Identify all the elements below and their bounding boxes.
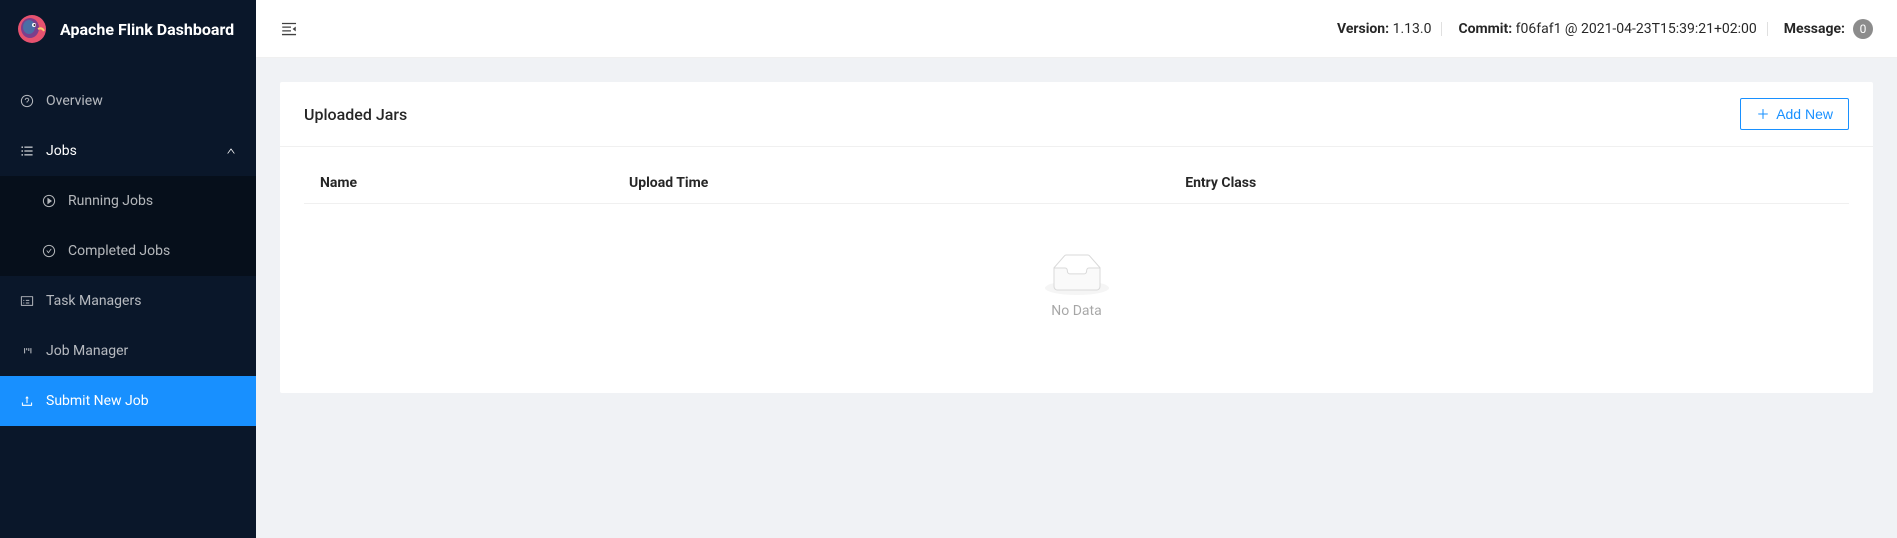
- play-circle-icon: [42, 194, 58, 208]
- bars-icon: [20, 144, 36, 158]
- main-content: Uploaded Jars Add New Name Upload Time E…: [256, 0, 1897, 417]
- commit-label: Commit:: [1458, 21, 1512, 37]
- sidebar: Apache Flink Dashboard Overview Jobs Run…: [0, 0, 256, 538]
- empty-text: No Data: [304, 303, 1849, 319]
- dashboard-icon: [20, 94, 36, 108]
- upload-icon: [20, 394, 36, 408]
- sidebar-item-label: Job Manager: [46, 343, 128, 359]
- message-label: Message:: [1784, 21, 1845, 37]
- schedule-icon: [20, 294, 36, 308]
- header-info: Version: 1.13.0 Commit: f06faf1 @ 2021-0…: [1331, 19, 1873, 39]
- version-value: 1.13.0: [1393, 21, 1432, 37]
- app-title: Apache Flink Dashboard: [60, 20, 234, 39]
- sidebar-item-label: Overview: [46, 93, 103, 109]
- inbox-icon: [304, 254, 1849, 295]
- check-circle-icon: [42, 244, 58, 258]
- add-new-button[interactable]: Add New: [1740, 98, 1849, 130]
- sidebar-item-label: Jobs: [46, 143, 77, 159]
- sidebar-item-label: Submit New Job: [46, 393, 149, 409]
- sidebar-item-job-manager[interactable]: Job Manager: [0, 326, 256, 376]
- empty-state: No Data: [304, 204, 1849, 369]
- add-new-label: Add New: [1776, 106, 1833, 122]
- sidebar-item-overview[interactable]: Overview: [0, 76, 256, 126]
- sidebar-header: Apache Flink Dashboard: [0, 0, 256, 58]
- card-title: Uploaded Jars: [304, 105, 407, 124]
- column-header-entry-class: Entry Class: [1169, 163, 1849, 204]
- sidebar-item-submit-new-job[interactable]: Submit New Job: [0, 376, 256, 426]
- sidebar-item-label: Task Managers: [46, 293, 141, 309]
- sidebar-item-completed-jobs[interactable]: Completed Jobs: [0, 226, 256, 276]
- build-icon: [20, 344, 36, 358]
- column-header-upload-time: Upload Time: [613, 163, 1169, 204]
- jars-table: Name Upload Time Entry Class: [304, 163, 1849, 369]
- sidebar-item-label: Completed Jobs: [68, 243, 170, 259]
- jars-table-wrapper: Name Upload Time Entry Class: [280, 147, 1873, 393]
- card-header: Uploaded Jars Add New: [280, 82, 1873, 147]
- sidebar-menu: Overview Jobs Running Jobs Completed Job…: [0, 76, 256, 426]
- divider: [1441, 22, 1442, 36]
- sidebar-item-label: Running Jobs: [68, 193, 153, 209]
- message-count-badge[interactable]: 0: [1853, 19, 1873, 39]
- commit-value: f06faf1 @ 2021-04-23T15:39:21+02:00: [1516, 21, 1757, 37]
- column-header-name: Name: [304, 163, 613, 204]
- header: Version: 1.13.0 Commit: f06faf1 @ 2021-0…: [256, 0, 1897, 58]
- plus-icon: [1756, 107, 1770, 121]
- sidebar-item-running-jobs[interactable]: Running Jobs: [0, 176, 256, 226]
- collapse-sidebar-button[interactable]: [280, 20, 298, 38]
- divider: [1767, 22, 1768, 36]
- chevron-up-icon: [226, 146, 236, 156]
- version-label: Version:: [1337, 21, 1389, 37]
- flink-logo-icon: [16, 13, 48, 45]
- uploaded-jars-card: Uploaded Jars Add New Name Upload Time E…: [280, 82, 1873, 393]
- sidebar-item-jobs[interactable]: Jobs: [0, 126, 256, 176]
- sidebar-item-task-managers[interactable]: Task Managers: [0, 276, 256, 326]
